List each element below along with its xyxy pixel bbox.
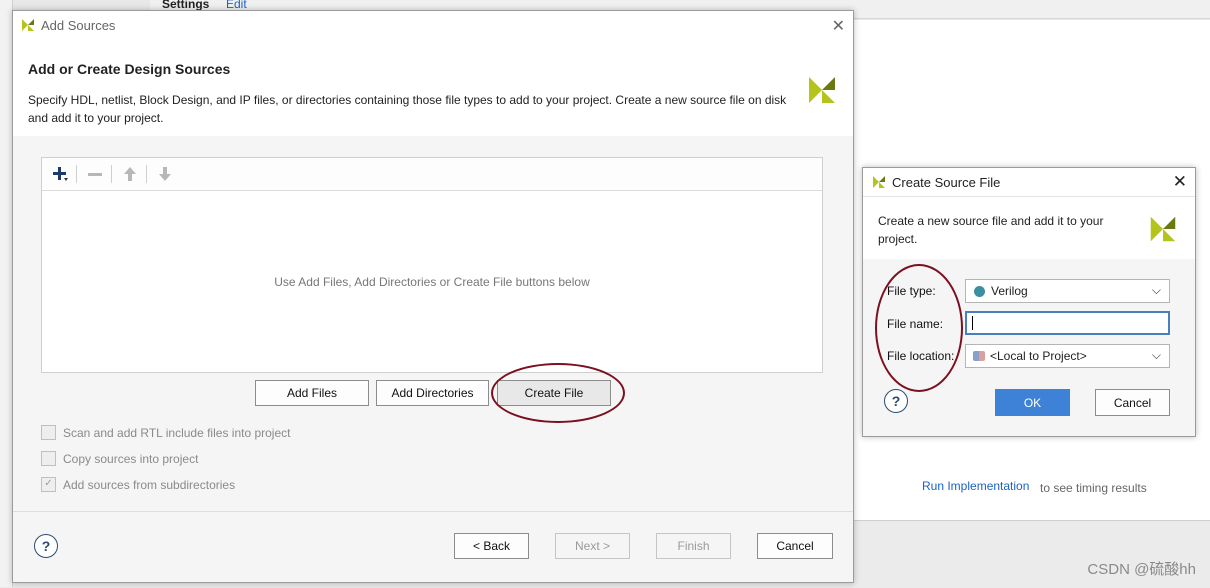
checkbox[interactable] [41,425,56,440]
sources-list-panel: Use Add Files, Add Directories or Create… [41,157,823,373]
verilog-icon [974,285,985,297]
option-label: Add sources from subdirectories [63,477,236,492]
move-up-icon[interactable] [120,164,140,184]
checkbox[interactable] [41,451,56,466]
add-subdirectories-option[interactable]: ✓ Add sources from subdirectories [41,477,235,492]
file-type-select[interactable]: Verilog ⌵ [965,279,1170,303]
sources-empty-message: Use Add Files, Add Directories or Create… [274,274,590,289]
checkbox-checked[interactable]: ✓ [41,477,56,492]
add-sources-title: Add Sources [41,18,116,33]
add-files-button[interactable]: Add Files [255,380,369,406]
vivado-logo-large-icon [1147,213,1179,248]
cancel-button[interactable]: Cancel [757,533,833,559]
close-icon[interactable]: ✕ [832,16,845,36]
toolbar-divider [76,165,77,183]
text-cursor [972,316,973,330]
add-directories-button[interactable]: Add Directories [376,380,489,406]
scan-rtl-option[interactable]: Scan and add RTL include files into proj… [41,425,290,440]
create-source-description: Create a new source file and add it to y… [878,214,1104,246]
add-sources-heading: Add or Create Design Sources [28,61,231,77]
footer-divider [13,511,853,512]
add-sources-dialog: Add Sources ✕ Add or Create Design Sourc… [12,10,854,583]
vivado-logo-icon [20,17,36,36]
annotation-ring-fields [875,264,963,392]
file-location-value: <Local to Project> [990,349,1087,363]
vivado-logo-icon [871,174,887,193]
add-sources-titlebar: Add Sources ✕ [13,11,853,42]
copy-sources-option[interactable]: Copy sources into project [41,451,198,466]
create-source-titlebar: Create Source File ✕ [863,168,1195,197]
cancel-button[interactable]: Cancel [1095,389,1170,416]
close-icon[interactable]: ✕ [1173,172,1187,192]
file-location-select[interactable]: <Local to Project> ⌵ [965,344,1170,368]
run-implementation-suffix: to see timing results [1040,481,1147,495]
option-label: Scan and add RTL include files into proj… [63,425,291,440]
option-label: Copy sources into project [63,451,199,466]
chevron-down-icon: ⌵ [1151,348,1161,362]
sources-toolbar [42,158,822,191]
run-implementation-link[interactable]: Run Implementation [922,479,1029,493]
back-button[interactable]: < Back [454,533,529,559]
toolbar-divider [146,165,147,183]
create-source-file-dialog: Create Source File ✕ Create a new source… [862,167,1196,437]
file-name-input[interactable] [965,311,1170,335]
location-icon [973,351,985,361]
chevron-down-icon: ⌵ [1151,283,1161,297]
add-sources-description: Specify HDL, netlist, Block Design, and … [28,93,787,125]
ok-button[interactable]: OK [995,389,1070,416]
vivado-logo-large-icon [805,73,839,110]
move-down-icon[interactable] [155,164,175,184]
create-source-title: Create Source File [892,175,1001,190]
watermark: CSDN @硫酸hh [1087,561,1196,578]
annotation-ring-create-file [491,363,625,423]
help-icon[interactable]: ? [34,534,58,558]
create-source-header: Create a new source file and add it to y… [863,197,1195,259]
finish-button[interactable]: Finish [656,533,731,559]
help-icon[interactable]: ? [884,389,908,413]
add-icon[interactable] [50,164,70,184]
file-type-value: Verilog [991,284,1028,298]
next-button[interactable]: Next > [555,533,630,559]
remove-icon[interactable] [85,164,105,184]
add-sources-header: Add or Create Design Sources Specify HDL… [13,41,853,136]
toolbar-divider [111,165,112,183]
